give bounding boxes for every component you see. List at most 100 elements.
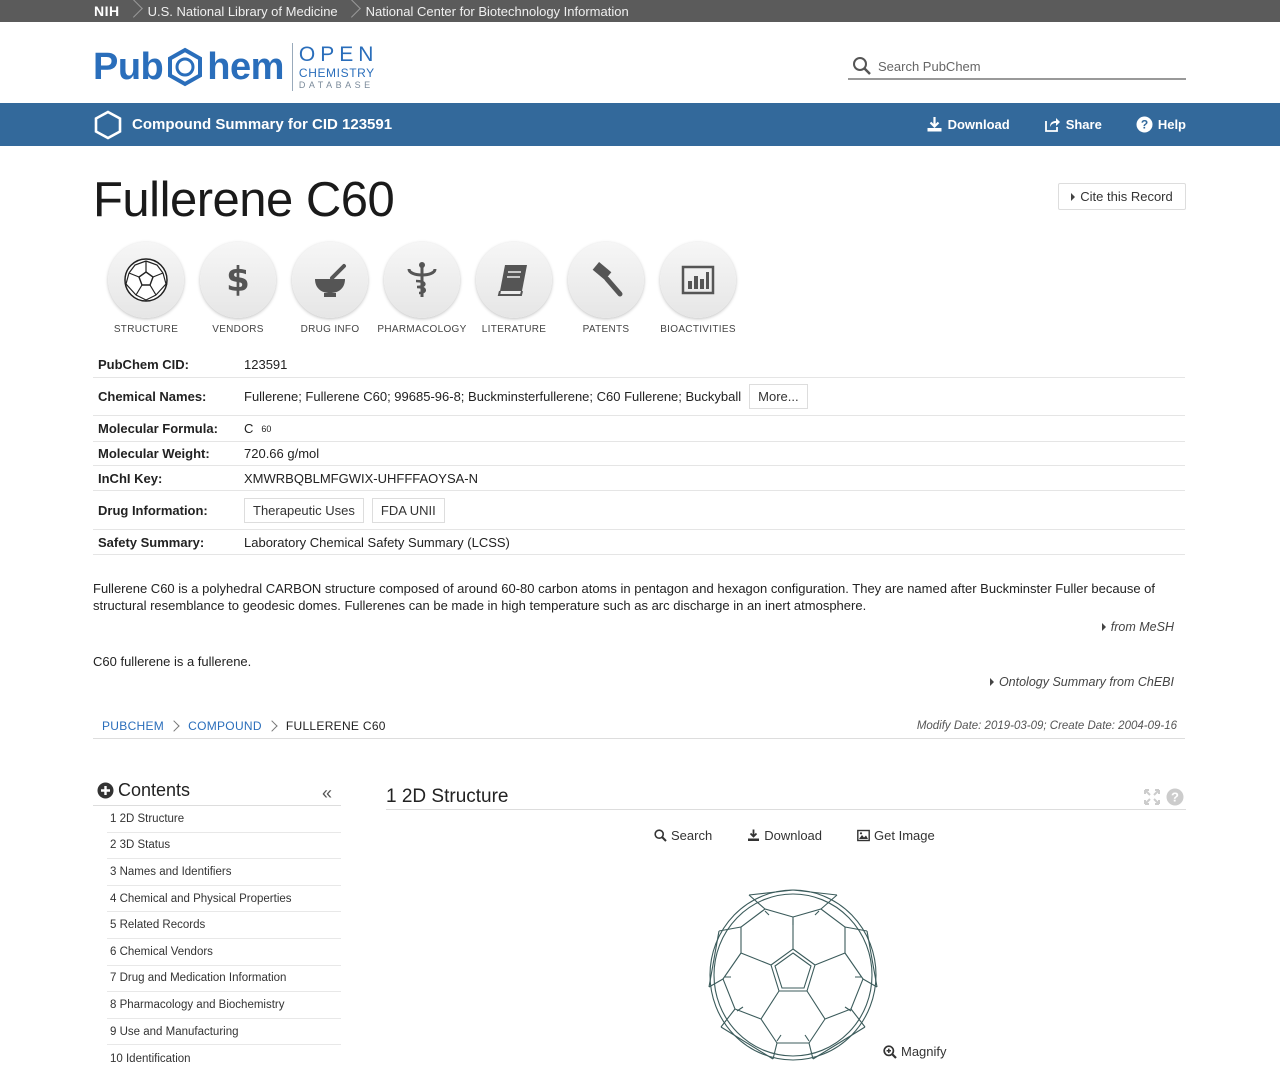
nih-link[interactable]: NIH bbox=[94, 3, 120, 19]
formula-link[interactable]: C 60 bbox=[244, 421, 271, 436]
toc-item[interactable]: 7 Drug and Medication Information bbox=[107, 966, 341, 993]
nav-bioactivities[interactable]: BIOACTIVITIES bbox=[652, 242, 744, 335]
section-icon-nav: STRUCTURE $ VENDORS DRUG INFO PHARMACOLO… bbox=[100, 242, 744, 335]
nav-pharmacology[interactable]: PHARMACOLOGY bbox=[376, 242, 468, 335]
bar-chart-icon bbox=[681, 265, 715, 295]
caret-right-icon bbox=[1071, 192, 1076, 201]
toc-item[interactable]: 5 Related Records bbox=[107, 912, 341, 939]
section-header: 1 2D Structure ? bbox=[386, 784, 1186, 810]
site-header: Pub hem OPEN CHEMISTRY DATABASE bbox=[0, 22, 1280, 103]
ncbi-link[interactable]: National Center for Biotechnology Inform… bbox=[366, 4, 629, 19]
section-title: 1 2D Structure bbox=[386, 785, 509, 807]
nav-drug-info[interactable]: DRUG INFO bbox=[284, 242, 376, 335]
help-label: Help bbox=[1157, 117, 1186, 132]
buckyball-icon bbox=[124, 258, 168, 302]
toc-item[interactable]: 6 Chemical Vendors bbox=[107, 939, 341, 966]
section-tools: ? bbox=[1143, 788, 1184, 806]
svg-text:$: $ bbox=[226, 260, 250, 300]
toc-item[interactable]: 2 3D Status bbox=[107, 833, 341, 860]
breadcrumb-compound[interactable]: COMPOUND bbox=[188, 719, 262, 733]
compound-summary-title: Compound Summary for CID 123591 bbox=[132, 116, 393, 133]
safety-label: Safety Summary: bbox=[98, 534, 205, 550]
from-chebi-link[interactable]: Ontology Summary from ChEBI bbox=[989, 675, 1174, 689]
toc-item[interactable]: 9 Use and Manufacturing bbox=[107, 1019, 341, 1046]
formula-subscript: 60 bbox=[261, 423, 272, 434]
share-button[interactable]: Share bbox=[1044, 116, 1102, 133]
lcss-link[interactable]: Laboratory Chemical Safety Summary (LCSS… bbox=[244, 535, 510, 550]
help-circle-icon[interactable]: ? bbox=[1166, 788, 1184, 806]
toc-item[interactable]: 4 Chemical and Physical Properties bbox=[107, 886, 341, 913]
cite-record-button[interactable]: Cite this Record bbox=[1058, 183, 1186, 210]
collapse-contents-icon[interactable]: « bbox=[322, 783, 332, 804]
share-label: Share bbox=[1065, 117, 1102, 132]
fullerene-2d-structure-image bbox=[708, 889, 878, 1061]
gavel-icon bbox=[592, 262, 623, 297]
pubchem-logo[interactable]: Pub hem OPEN CHEMISTRY DATABASE bbox=[93, 42, 378, 92]
toc-item[interactable]: 1 2D Structure bbox=[107, 806, 341, 833]
search-bar bbox=[848, 54, 1186, 80]
formula-element: C bbox=[244, 421, 254, 436]
svg-text:?: ? bbox=[1141, 118, 1148, 132]
icon-label: PATENTS bbox=[582, 324, 630, 335]
from-mesh-link[interactable]: from MeSH bbox=[1101, 620, 1174, 634]
description-mesh: Fullerene C60 is a polyhedral CARBON str… bbox=[93, 581, 1156, 613]
nav-vendors[interactable]: $ VENDORS bbox=[192, 242, 284, 335]
download-label: Download bbox=[947, 117, 1010, 132]
structure-search-label: Search bbox=[671, 828, 713, 843]
magnify-label: Magnify bbox=[901, 1044, 947, 1059]
cid-value: 123591 bbox=[244, 357, 288, 372]
toc-item[interactable]: 10 Identification bbox=[107, 1045, 341, 1068]
fda-unii-button[interactable]: FDA UNII bbox=[371, 497, 445, 523]
structure-download-button[interactable]: Download bbox=[747, 828, 822, 843]
vendors-circle: $ bbox=[200, 242, 276, 318]
caduceus-icon bbox=[407, 262, 437, 297]
toc-item[interactable]: 8 Pharmacology and Biochemistry bbox=[107, 992, 341, 1019]
cite-label: Cite this Record bbox=[1080, 189, 1173, 204]
search-icon bbox=[654, 829, 667, 842]
cid-label: PubChem CID: bbox=[98, 357, 189, 372]
page-title: Fullerene C60 bbox=[93, 173, 395, 227]
mortar-pestle-icon bbox=[315, 264, 346, 297]
cid-row: PubChem CID: 123591 bbox=[93, 352, 1185, 378]
nav-structure[interactable]: STRUCTURE bbox=[100, 242, 192, 335]
weight-value: 720.66 g/mol bbox=[244, 446, 320, 461]
nav-patents[interactable]: PATENTS bbox=[560, 242, 652, 335]
expand-icon[interactable] bbox=[1143, 788, 1161, 806]
search-input[interactable] bbox=[878, 58, 1168, 74]
chemical-names-row: Chemical Names: Fullerene; Fullerene C60… bbox=[93, 378, 1185, 416]
logo-hexagon-icon bbox=[168, 47, 203, 87]
help-button[interactable]: ? Help bbox=[1136, 116, 1186, 133]
from-chebi-label: Ontology Summary from ChEBI bbox=[998, 675, 1174, 689]
contents-title: Contents bbox=[118, 780, 191, 800]
nih-top-bar: NIH U.S. National Library of Medicine Na… bbox=[0, 0, 1280, 22]
contents-header: Contents « bbox=[93, 780, 341, 806]
icon-label: PHARMACOLOGY bbox=[377, 324, 467, 335]
inchi-value: XMWRBQBLMFGWIX-UHFFFAOYSA-N bbox=[244, 470, 478, 486]
nlm-link[interactable]: U.S. National Library of Medicine bbox=[148, 4, 338, 19]
plus-circle-icon[interactable] bbox=[97, 782, 114, 799]
breadcrumb-pubchem[interactable]: PUBCHEM bbox=[102, 719, 164, 733]
dollar-icon: $ bbox=[226, 260, 250, 300]
download-button[interactable]: Download bbox=[926, 116, 1010, 133]
formula-label: Molecular Formula: bbox=[98, 421, 218, 436]
weight-row: Molecular Weight: 720.66 g/mol bbox=[93, 442, 1185, 466]
search-icon[interactable] bbox=[852, 56, 872, 76]
safety-row: Safety Summary: Laboratory Chemical Safe… bbox=[93, 530, 1185, 555]
nav-literature[interactable]: LITERATURE bbox=[468, 242, 560, 335]
more-names-button[interactable]: More... bbox=[749, 384, 808, 409]
structure-circle bbox=[108, 242, 184, 318]
icon-label: BIOACTIVITIES bbox=[660, 324, 736, 335]
therapeutic-uses-button[interactable]: Therapeutic Uses bbox=[244, 497, 364, 523]
contents-sidebar: Contents « 1 2D Structure 2 3D Status 3 … bbox=[93, 780, 341, 1068]
zoom-in-icon bbox=[883, 1044, 897, 1059]
bioactivities-circle bbox=[660, 242, 736, 318]
toc-item[interactable]: 3 Names and Identifiers bbox=[107, 859, 341, 886]
icon-label: STRUCTURE bbox=[113, 324, 179, 335]
download-icon bbox=[748, 829, 760, 841]
logo-chemistry-text: CHEMISTRY bbox=[298, 66, 375, 80]
from-mesh-label: from MeSH bbox=[1110, 620, 1174, 634]
magnify-button[interactable]: Magnify bbox=[883, 1044, 947, 1059]
get-image-button[interactable]: Get Image bbox=[857, 828, 935, 843]
structure-search-button[interactable]: Search bbox=[654, 828, 712, 843]
share-icon bbox=[1044, 118, 1060, 132]
